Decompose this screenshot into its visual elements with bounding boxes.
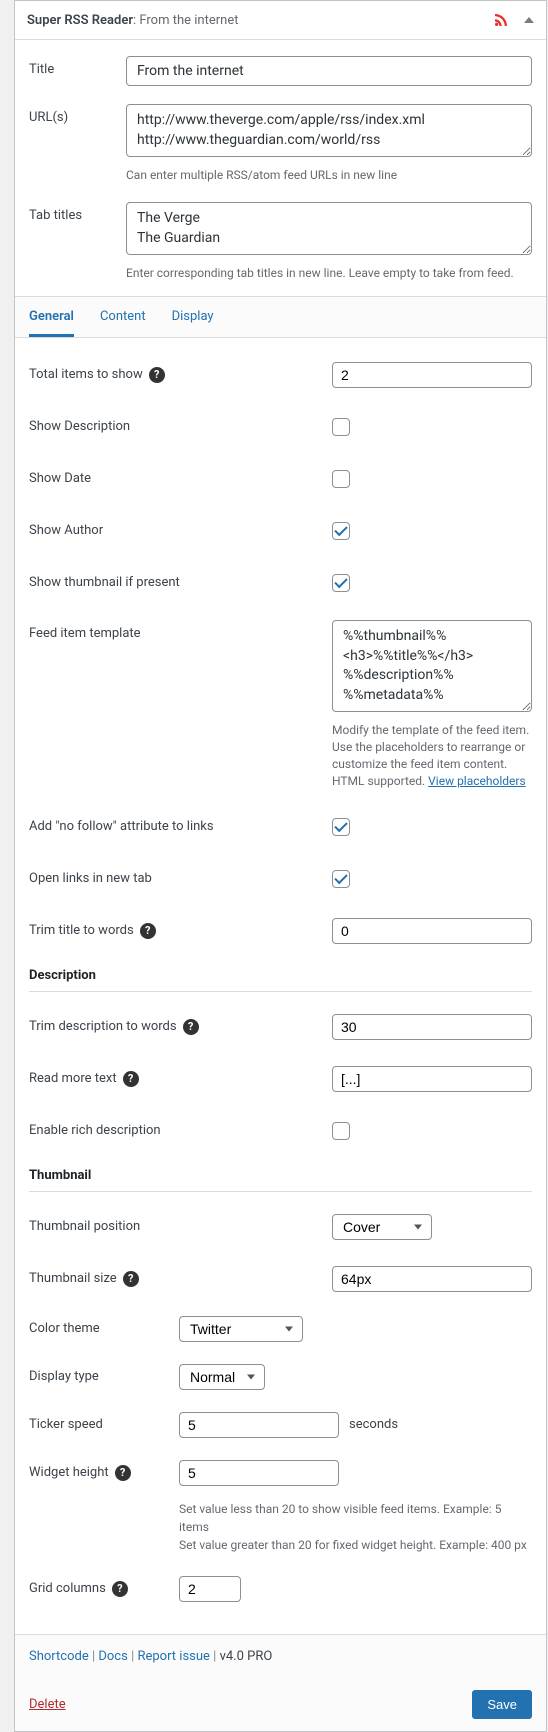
save-button[interactable]: Save (472, 1690, 532, 1719)
shortcode-link[interactable]: Shortcode (29, 1649, 89, 1664)
tab-display[interactable]: Display (172, 297, 214, 337)
show-author-checkbox[interactable] (332, 522, 350, 540)
version-text: v4.0 PRO (220, 1649, 273, 1664)
feed-template-label: Feed item template (29, 626, 141, 641)
tabtitles-help: Enter corresponding tab titles in new li… (126, 265, 532, 282)
ticker-speed-input[interactable] (179, 1412, 339, 1438)
ticker-speed-suffix: seconds (349, 1417, 398, 1432)
help-icon[interactable]: ? (183, 1019, 199, 1035)
help-icon[interactable]: ? (123, 1271, 139, 1287)
show-thumb-checkbox[interactable] (332, 574, 350, 592)
thumb-size-input[interactable] (332, 1266, 532, 1292)
view-placeholders-link[interactable]: View placeholders (428, 774, 526, 788)
total-items-label: Total items to show (29, 367, 143, 382)
thumbnail-heading: Thumbnail (29, 1168, 532, 1192)
trim-desc-label: Trim description to words (29, 1019, 177, 1034)
richdesc-checkbox[interactable] (332, 1122, 350, 1140)
footer-links: Shortcode | Docs | Report issue | v4.0 P… (15, 1634, 546, 1678)
urls-label: URL(s) (29, 104, 126, 125)
tab-general[interactable]: General (29, 297, 74, 337)
title-label: Title (29, 56, 126, 77)
richdesc-label: Enable rich description (29, 1123, 161, 1138)
nofollow-label: Add "no follow" attribute to links (29, 819, 214, 834)
title-input[interactable] (126, 56, 532, 86)
trim-title-label: Trim title to words (29, 923, 134, 938)
show-thumb-label: Show thumbnail if present (29, 575, 180, 590)
widget-body: Title URL(s) http://www.theverge.com/app… (15, 40, 546, 1634)
help-icon[interactable]: ? (149, 367, 165, 383)
tabtitles-textarea[interactable]: The Verge The Guardian (126, 202, 532, 255)
readmore-label: Read more text (29, 1071, 117, 1086)
widget-title-main: Super RSS Reader (27, 13, 133, 28)
total-items-input[interactable] (332, 362, 532, 388)
urls-help: Can enter multiple RSS/atom feed URLs in… (126, 167, 532, 184)
settings-body: Total items to show ? Show Description S… (29, 338, 532, 1634)
widget-title: Super RSS Reader: From the internet (27, 13, 492, 28)
docs-link[interactable]: Docs (98, 1649, 127, 1664)
show-date-checkbox[interactable] (332, 470, 350, 488)
thumb-size-label: Thumbnail size (29, 1271, 117, 1286)
widget-height-label: Widget height (29, 1465, 109, 1480)
help-icon[interactable]: ? (123, 1071, 139, 1087)
footer-actions: Delete Save (15, 1678, 546, 1731)
grid-cols-input[interactable] (179, 1576, 241, 1602)
report-issue-link[interactable]: Report issue (137, 1649, 209, 1664)
newtab-checkbox[interactable] (332, 870, 350, 888)
show-desc-checkbox[interactable] (332, 418, 350, 436)
show-date-label: Show Date (29, 471, 91, 486)
delete-link[interactable]: Delete (29, 1697, 66, 1712)
feed-template-textarea[interactable]: %%thumbnail%% <h3>%%title%%</h3> %%descr… (332, 620, 532, 712)
ticker-speed-label: Ticker speed (29, 1417, 103, 1432)
help-icon[interactable]: ? (112, 1581, 128, 1597)
urls-textarea[interactable]: http://www.theverge.com/apple/rss/index.… (126, 104, 532, 157)
nofollow-checkbox[interactable] (332, 818, 350, 836)
newtab-label: Open links in new tab (29, 871, 152, 886)
collapse-toggle-icon[interactable] (524, 17, 534, 23)
color-theme-label: Color theme (29, 1321, 100, 1336)
tabtitles-label: Tab titles (29, 202, 126, 223)
readmore-input[interactable] (332, 1066, 532, 1092)
help-icon[interactable]: ? (140, 923, 156, 939)
trim-title-input[interactable] (332, 918, 532, 944)
help-icon[interactable]: ? (115, 1465, 131, 1481)
display-type-label: Display type (29, 1369, 99, 1384)
feed-template-help: Modify the template of the feed item. Us… (332, 722, 532, 789)
widget-header[interactable]: Super RSS Reader: From the internet (15, 1, 546, 40)
thumb-pos-label: Thumbnail position (29, 1219, 140, 1234)
description-heading: Description (29, 968, 532, 992)
widget-height-help: Set value less than 20 to show visible f… (179, 1500, 532, 1554)
show-desc-label: Show Description (29, 419, 130, 434)
tabs-bar: General Content Display (15, 296, 546, 338)
display-type-select[interactable]: Normal (179, 1364, 265, 1390)
show-author-label: Show Author (29, 523, 103, 538)
thumb-pos-select[interactable]: Cover (332, 1214, 432, 1240)
tab-content[interactable]: Content (100, 297, 146, 337)
grid-cols-label: Grid columns (29, 1581, 106, 1596)
color-theme-select[interactable]: Twitter (179, 1316, 303, 1342)
rss-icon (492, 11, 510, 29)
widget-title-sub: : From the internet (133, 13, 238, 28)
widget-height-input[interactable] (179, 1460, 339, 1486)
trim-desc-input[interactable] (332, 1014, 532, 1040)
widget-panel: Super RSS Reader: From the internet Titl… (14, 0, 547, 1732)
